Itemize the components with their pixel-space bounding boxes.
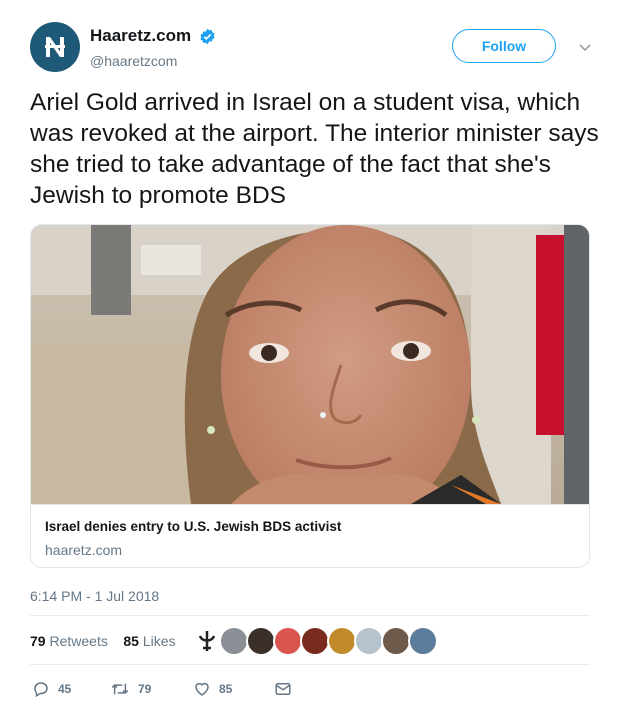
liker-avatar[interactable] [192,626,222,656]
liker-emblem-icon [198,631,216,651]
account-name[interactable]: Haaretz.com [90,26,191,46]
liker-avatar[interactable] [381,626,411,656]
liker-avatar[interactable] [327,626,357,656]
tweet-timestamp[interactable]: 6:14 PM - 1 Jul 2018 [30,588,159,604]
reply-button[interactable]: 45 [32,680,71,698]
like-button[interactable]: 85 [193,680,232,698]
retweet-count: 79 [138,682,152,696]
reply-count: 45 [58,682,72,696]
retweets-stat[interactable]: 79 Retweets [30,633,108,649]
likes-stat[interactable]: 85 Likes [123,633,175,649]
tweet-actions: 45 79 85 [30,680,430,700]
liker-avatar[interactable] [273,626,303,656]
link-card[interactable]: Israel denies entry to U.S. Jewish BDS a… [30,224,590,568]
retweets-count: 79 [30,633,46,649]
card-photo [31,225,589,504]
liker-avatar[interactable] [246,626,276,656]
tweet-stats: 79 Retweets 85 Likes [30,633,176,649]
likes-label: Likes [142,633,176,649]
retweet-icon [111,683,129,695]
tweet-header: Haaretz.com @haaretzcom Follow [30,22,600,76]
like-count: 85 [219,682,233,696]
divider-top [30,615,590,616]
follow-button[interactable]: Follow [452,29,556,63]
card-title[interactable]: Israel denies entry to U.S. Jewish BDS a… [45,519,341,534]
liker-avatar[interactable] [300,626,330,656]
heart-icon [195,682,209,696]
verified-badge-icon [199,28,215,44]
haaretz-logo-icon [45,37,65,57]
divider-bottom [30,664,590,665]
message-button[interactable] [274,680,292,698]
likes-count: 85 [123,633,139,649]
account-handle[interactable]: @haaretzcom [90,53,177,69]
tweet-text: Ariel Gold arrived in Israel on a studen… [30,89,599,209]
envelope-icon [275,683,291,695]
liker-avatar[interactable] [219,626,249,656]
reply-icon [34,682,48,698]
haaretz-logo-avatar[interactable] [30,22,80,72]
liker-avatar[interactable] [354,626,384,656]
retweets-label: Retweets [49,633,108,649]
liker-avatar[interactable] [408,626,438,656]
retweet-button[interactable]: 79 [110,680,151,698]
card-body[interactable]: Israel denies entry to U.S. Jewish BDS a… [31,504,589,567]
chevron-down-icon[interactable] [578,40,592,54]
card-domain: haaretz.com [45,542,123,558]
account-name-wrap[interactable]: Haaretz.com [90,26,216,46]
